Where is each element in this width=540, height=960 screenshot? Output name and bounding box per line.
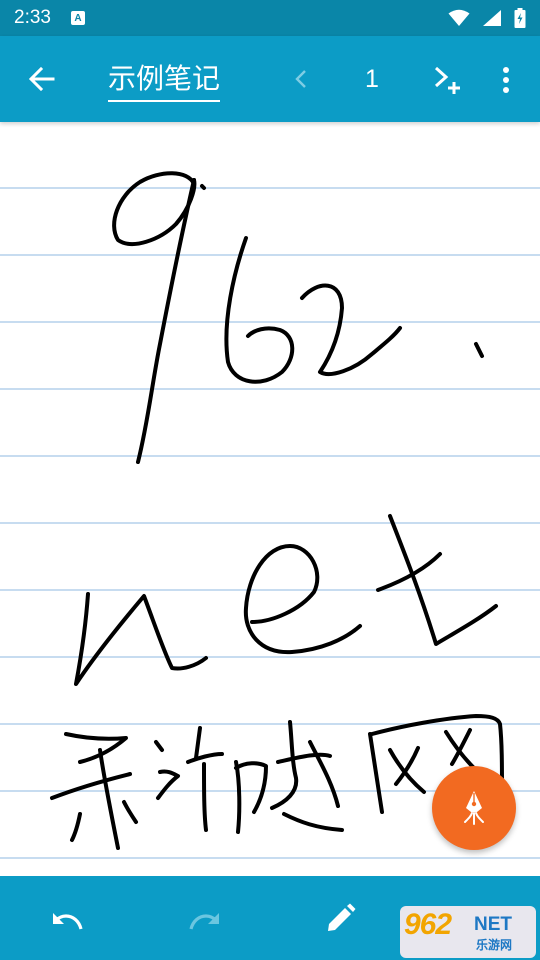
ink-stroke (74, 592, 208, 686)
undo-icon (53, 913, 83, 930)
more-options-button[interactable] (494, 62, 518, 98)
ink-stroke (98, 748, 120, 850)
ink-stroke (200, 184, 206, 190)
arrow-left-icon (29, 67, 55, 91)
notification-icon: A (70, 11, 85, 25)
note-title-field[interactable]: 示例笔记 (108, 60, 221, 102)
ink-stroke (276, 752, 332, 764)
chevron-right-plus-icon (434, 66, 460, 94)
previous-page-button[interactable] (286, 64, 316, 94)
ink-stroke (282, 812, 344, 832)
app-bar: 示例笔记 1 (0, 36, 540, 122)
pencil-icon (328, 903, 356, 931)
fountain-pen-icon (464, 791, 484, 825)
ink-stroke (50, 772, 132, 800)
ink-stroke (234, 760, 242, 834)
ink-stroke (64, 732, 128, 764)
undo-button[interactable] (46, 900, 90, 940)
next-add-page-button[interactable] (430, 62, 466, 98)
watermark-suffix: NET (474, 914, 512, 935)
ink-stroke (300, 283, 402, 376)
ink-stroke (474, 342, 484, 358)
ink-stroke (156, 769, 180, 800)
status-time: 2:33 (14, 7, 51, 28)
cell-signal-icon (483, 10, 501, 26)
redo-icon (189, 913, 219, 930)
more-vert-icon (503, 67, 509, 93)
watermark-subtitle: 乐游网 (476, 938, 513, 952)
ink-stroke (270, 720, 299, 810)
ink-stroke (308, 740, 340, 808)
ink-stroke (243, 544, 362, 655)
battery-charging-icon (514, 8, 526, 28)
status-bar: 2:33 A (0, 0, 540, 36)
watermark-logo: 962 (404, 908, 452, 941)
handwriting-canvas[interactable] (0, 122, 540, 876)
ink-stroke (194, 726, 202, 760)
pen-button[interactable] (318, 898, 362, 940)
wifi-icon (448, 9, 470, 26)
ink-stroke (224, 236, 295, 384)
note-title: 示例笔记 (108, 62, 221, 95)
redo-button (182, 900, 226, 940)
ink-stroke (70, 812, 82, 842)
ink-stroke (368, 732, 384, 814)
ink-stroke (376, 552, 442, 592)
ink-stroke (136, 178, 196, 464)
status-icons (448, 8, 526, 28)
handwritten-ink (50, 171, 504, 850)
back-button[interactable] (22, 62, 62, 96)
ink-stroke (154, 740, 164, 752)
page-number: 1 (365, 65, 379, 93)
chevron-left-icon (295, 70, 306, 88)
ink-stroke (186, 752, 224, 764)
ink-stroke (202, 762, 208, 832)
ink-stroke (122, 800, 138, 824)
pen-tool-fab[interactable] (432, 766, 516, 850)
site-watermark: 962 NET 乐游网 (400, 906, 536, 958)
